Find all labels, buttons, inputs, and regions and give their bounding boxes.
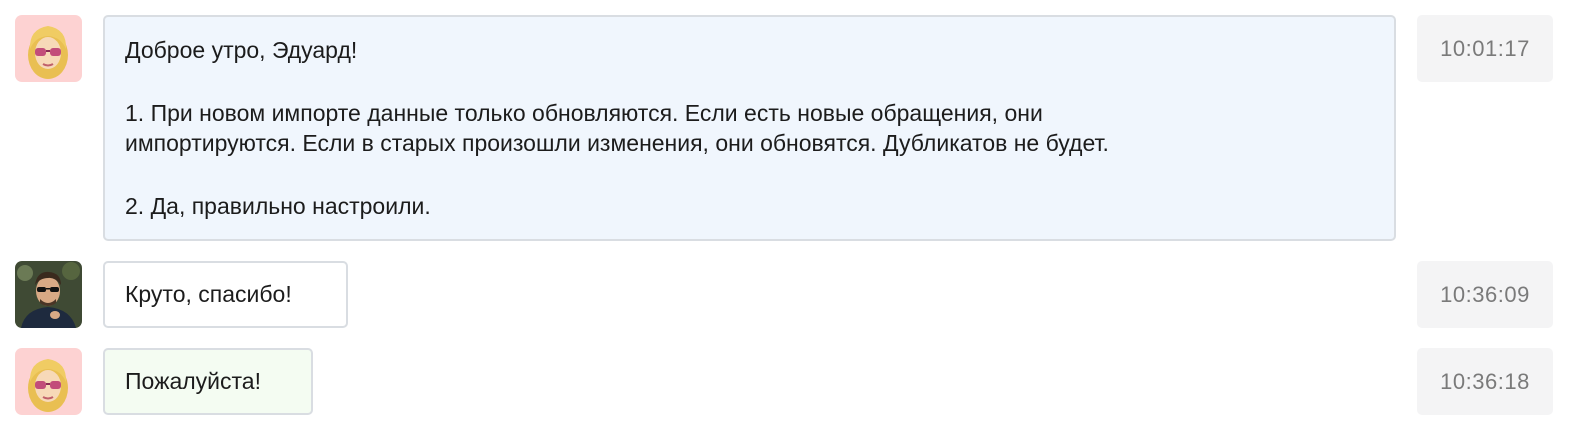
message-text: Доброе утро, Эдуард! [125,37,358,63]
message-timestamp: 10:01:17 [1417,15,1553,82]
message-text: Пожалуйста! [125,368,261,394]
client-avatar[interactable] [15,261,82,328]
message-bubble: Доброе утро, Эдуард! 1. При новом импорт… [103,15,1396,241]
message-timestamp: 10:36:18 [1417,348,1553,415]
message-bubble: Круто, спасибо! [103,261,348,328]
message-text: 2. Да, правильно настроили. [125,193,431,219]
agent-avatar[interactable] [15,348,82,415]
message-timestamp: 10:36:09 [1417,261,1553,328]
message-text: 1. При новом импорте данные только обнов… [125,100,1109,156]
message-text: Круто, спасибо! [125,281,292,307]
agent-avatar[interactable] [15,15,82,82]
memoji-woman-sunglasses-icon [15,348,82,415]
memoji-woman-sunglasses-icon [15,15,82,82]
man-sunglasses-photo-icon [15,261,82,328]
message-bubble: Пожалуйста! [103,348,313,415]
